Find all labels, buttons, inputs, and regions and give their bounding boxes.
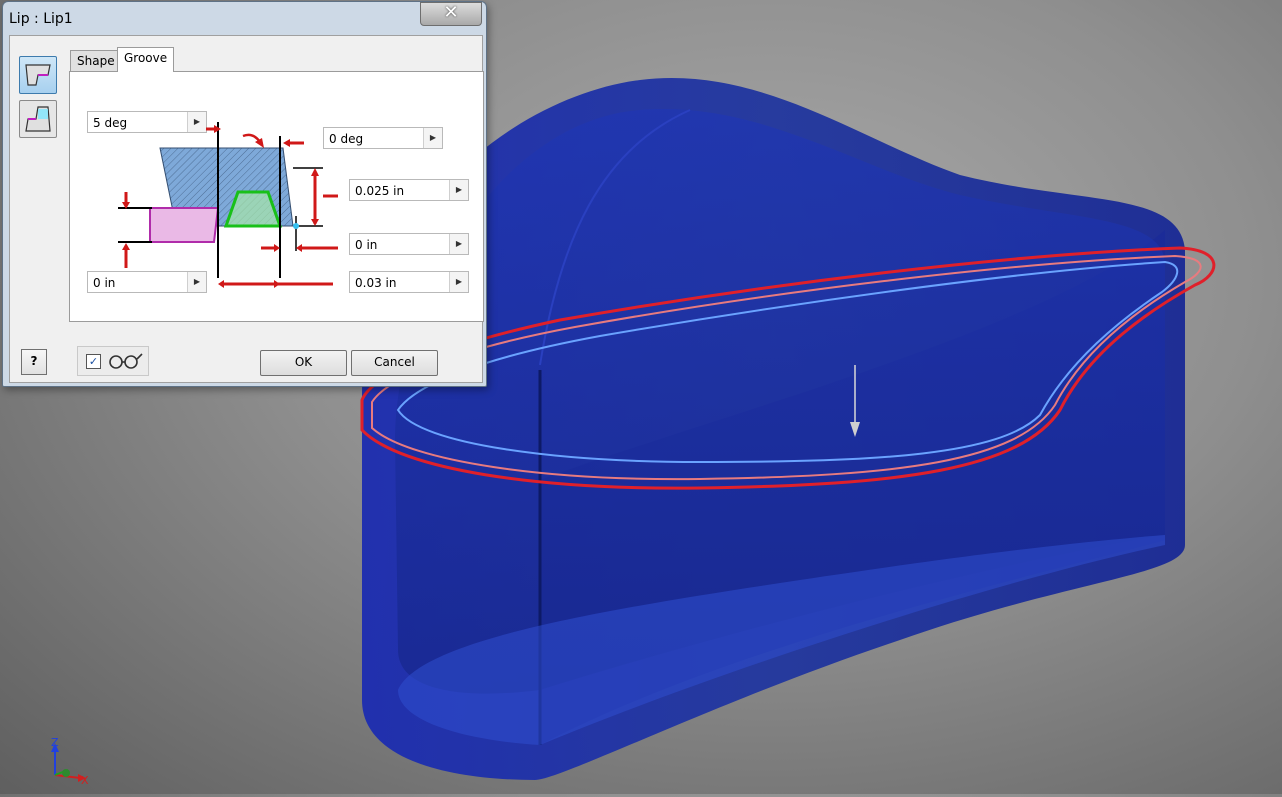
tab-groove-label: Groove xyxy=(124,51,168,65)
glasses-icon xyxy=(109,353,143,369)
groove-depth-field[interactable]: 0.025 in ▶ xyxy=(349,179,469,201)
dialog-title: Lip : Lip1 xyxy=(9,11,73,27)
lip-icon xyxy=(25,64,51,86)
clearance-value: 0 in xyxy=(355,238,378,252)
spin-right-icon[interactable]: ▶ xyxy=(449,234,468,254)
width-value: 0.03 in xyxy=(355,276,397,290)
offset-value: 0 in xyxy=(93,276,116,290)
groove-schematic-diagram xyxy=(118,122,338,288)
cancel-button-label: Cancel xyxy=(374,355,415,369)
spin-right-icon[interactable]: ▶ xyxy=(449,272,468,292)
clearance-field[interactable]: 0 in ▶ xyxy=(349,233,469,255)
tab-shape[interactable]: Shape xyxy=(70,50,122,72)
close-icon: ✕ xyxy=(443,2,459,23)
check-icon: ✓ xyxy=(88,355,99,368)
ok-button-label: OK xyxy=(294,355,313,369)
axis-label-z: Z xyxy=(51,736,59,749)
preview-checkbox[interactable]: ✓ xyxy=(86,354,101,369)
dialog-client: Shape Groove 5 deg ▶ 0 deg ▶ 0.025 in ▶ … xyxy=(9,35,484,383)
groove-depth-value: 0.025 in xyxy=(355,184,405,198)
lip-dialog: Lip : Lip1 ✕ Shape Groove 5 deg ▶ 0 deg … xyxy=(2,1,487,387)
close-button[interactable]: ✕ xyxy=(420,2,482,26)
groove-tab-panel: 5 deg ▶ 0 deg ▶ 0.025 in ▶ 0 in ▶ 0.03 i… xyxy=(69,71,484,322)
ok-button[interactable]: OK xyxy=(260,350,347,376)
spin-right-icon[interactable]: ▶ xyxy=(423,128,442,148)
preview-toggle-group: ✓ xyxy=(77,346,149,376)
spin-right-icon[interactable]: ▶ xyxy=(449,180,468,200)
lip-type-button[interactable] xyxy=(19,56,57,94)
width-field[interactable]: 0.03 in ▶ xyxy=(349,271,469,293)
help-icon: ? xyxy=(30,354,38,368)
tab-groove[interactable]: Groove xyxy=(117,47,175,72)
groove-type-button[interactable] xyxy=(19,100,57,138)
help-button[interactable]: ? xyxy=(21,349,47,375)
tab-shape-label: Shape xyxy=(77,54,115,68)
axis-label-x: X xyxy=(81,774,89,787)
cancel-button[interactable]: Cancel xyxy=(351,350,438,376)
dialog-titlebar[interactable]: Lip : Lip1 ✕ xyxy=(3,2,486,34)
groove-icon xyxy=(25,106,51,132)
